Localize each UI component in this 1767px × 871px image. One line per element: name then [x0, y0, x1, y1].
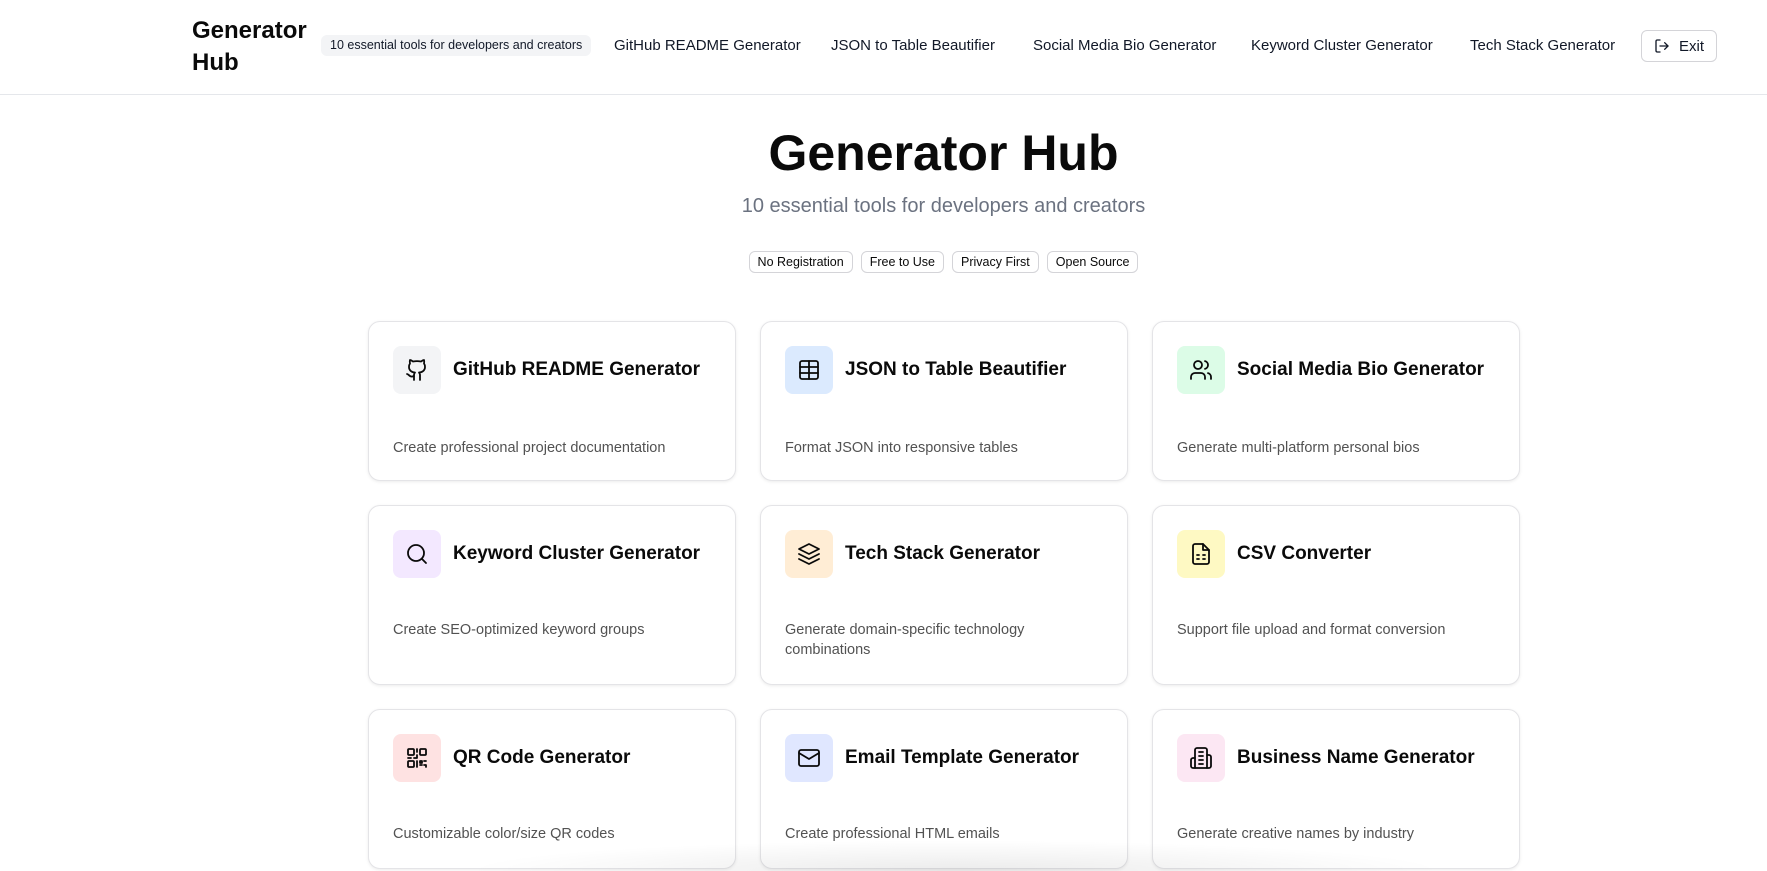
page-title: Generator Hub [768, 125, 1119, 181]
card-description: Create professional project documentatio… [393, 440, 666, 456]
card-title: Email Template Generator [845, 747, 1080, 768]
card-title: Business Name Generator [1237, 747, 1475, 768]
card-description: Generate multi-platform personal bios [1177, 440, 1420, 456]
card-title: Keyword Cluster Generator [453, 543, 701, 564]
card-title: Tech Stack Generator [845, 543, 1041, 564]
card-icon-box [785, 734, 833, 782]
table-icon [799, 360, 819, 380]
card-description: Create professional HTML emails [785, 826, 1000, 842]
tool-card-json-table[interactable]: JSON to Table Beautifier Format JSON int… [760, 321, 1128, 481]
mail-icon [798, 749, 820, 767]
card-description: Generate creative names by industry [1177, 826, 1414, 842]
card-icon-box [785, 346, 833, 394]
card-title: CSV Converter [1237, 543, 1372, 564]
card-title: QR Code Generator [453, 747, 631, 768]
tool-card-tech-stack[interactable]: Tech Stack Generator Generate domain-spe… [760, 505, 1128, 685]
nav-link-tech-stack[interactable]: Tech Stack Generator [1470, 35, 1615, 57]
layers-icon [798, 543, 820, 565]
tool-card-business-name[interactable]: Business Name Generator Generate creativ… [1152, 709, 1520, 869]
nav-link-social-bio[interactable]: Social Media Bio Generator [1033, 35, 1216, 57]
card-description: Format JSON into responsive tables [785, 440, 1018, 456]
nav-link-keyword-cluster[interactable]: Keyword Cluster Generator [1251, 35, 1433, 57]
tool-card-csv-converter[interactable]: CSV Converter Support file upload and fo… [1152, 505, 1520, 685]
feature-badges: No Registration Free to Use Privacy Firs… [0, 251, 1767, 273]
file-spreadsheet-icon [1192, 543, 1210, 565]
card-icon-box [1177, 734, 1225, 782]
badge-no-registration: No Registration [748, 251, 853, 273]
badge-privacy-first: Privacy First [952, 251, 1039, 273]
exit-button[interactable]: Exit [1641, 30, 1717, 62]
exit-button-label: Exit [1678, 37, 1704, 55]
users-icon [1190, 360, 1212, 380]
card-icon-box [393, 346, 441, 394]
page-subtitle: 10 essential tools for developers and cr… [741, 195, 1146, 217]
badge-open-source: Open Source [1046, 251, 1139, 273]
log-out-icon [1655, 39, 1669, 53]
card-icon-box [1177, 346, 1225, 394]
card-icon-box [785, 530, 833, 578]
tool-card-email-template[interactable]: Email Template Generator Create professi… [760, 709, 1128, 869]
card-description: Generate domain-specific technology comb… [785, 622, 1025, 658]
nav-link-json-table[interactable]: JSON to Table Beautifier [831, 35, 995, 57]
tool-card-qr-code[interactable]: QR Code Generator Customizable color/siz… [368, 709, 736, 869]
card-title: GitHub README Generator [453, 359, 701, 380]
card-icon-box [393, 530, 441, 578]
qr-code-icon [407, 748, 427, 768]
brand-title[interactable]: Generator Hub [192, 15, 317, 79]
building-icon [1190, 747, 1212, 769]
tool-card-keyword-cluster[interactable]: Keyword Cluster Generator Create SEO-opt… [368, 505, 736, 685]
tagline-badge: 10 essential tools for developers and cr… [321, 35, 592, 56]
card-title: Social Media Bio Generator [1237, 359, 1485, 380]
card-description: Support file upload and format conversio… [1177, 622, 1446, 638]
card-description: Customizable color/size QR codes [393, 826, 615, 842]
nav-link-github-readme[interactable]: GitHub README Generator [614, 35, 801, 57]
tool-card-github-readme[interactable]: GitHub README Generator Create professio… [368, 321, 736, 481]
github-icon [406, 359, 426, 381]
card-title: JSON to Table Beautifier [845, 359, 1067, 380]
tool-card-social-bio[interactable]: Social Media Bio Generator Generate mult… [1152, 321, 1520, 481]
search-icon [407, 544, 427, 564]
top-header: Generator Hub 10 essential tools for dev… [0, 0, 1767, 95]
card-icon-box [1177, 530, 1225, 578]
card-description: Create SEO-optimized keyword groups [393, 622, 645, 638]
card-icon-box [393, 734, 441, 782]
badge-free-to-use: Free to Use [860, 251, 945, 273]
